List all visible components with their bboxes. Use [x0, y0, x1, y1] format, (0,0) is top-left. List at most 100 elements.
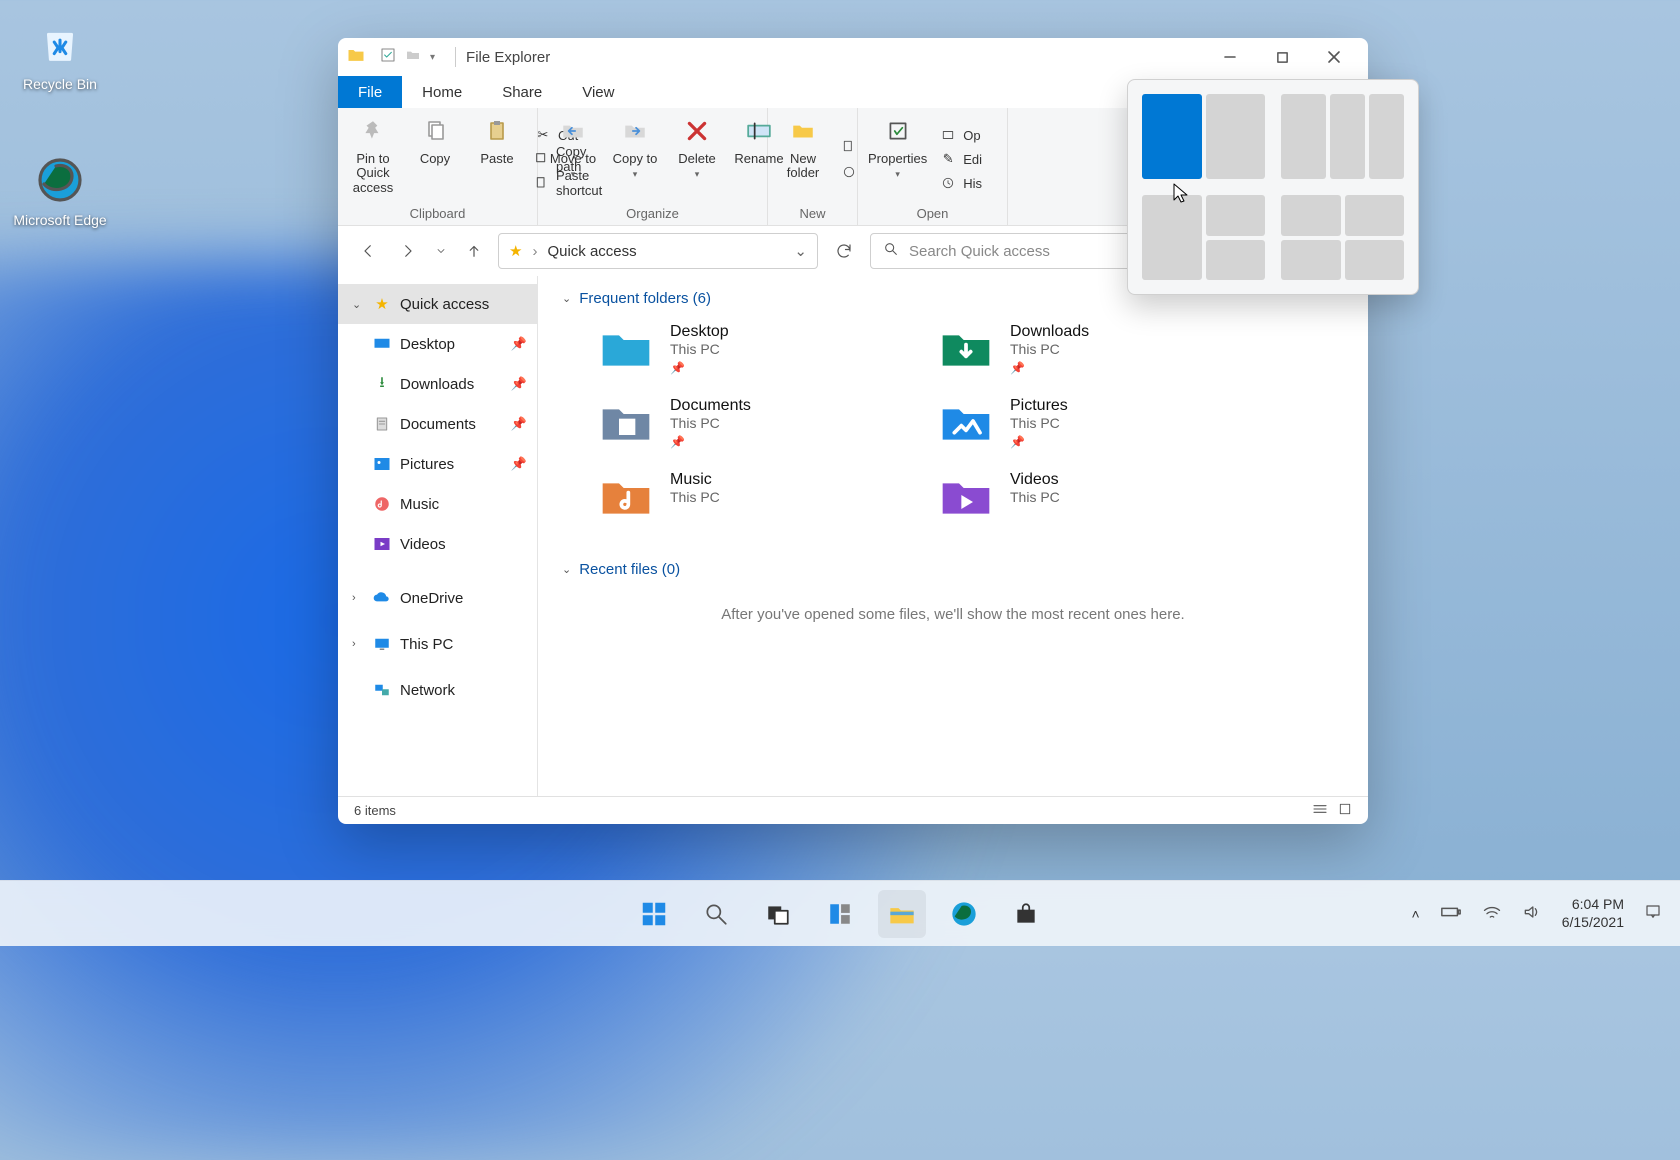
- open-button[interactable]: Op: [939, 124, 982, 146]
- copy-button[interactable]: Copy: [410, 114, 460, 204]
- qat-folder-icon[interactable]: [404, 47, 422, 67]
- folder-icon: [598, 397, 654, 453]
- chevron-right-icon: ›: [352, 638, 364, 650]
- snap-layout-quad[interactable]: [1281, 195, 1404, 280]
- section-recent[interactable]: ⌄Recent files (0): [562, 561, 1344, 578]
- pc-icon: [372, 634, 392, 654]
- view-large-icons-button[interactable]: [1338, 802, 1352, 819]
- paste-icon: [480, 114, 514, 148]
- tab-view[interactable]: View: [562, 76, 634, 108]
- navpane-desktop[interactable]: Desktop📌: [338, 324, 537, 364]
- properties-icon: [881, 114, 915, 148]
- close-button[interactable]: [1308, 38, 1360, 76]
- navpane-onedrive[interactable]: ›OneDrive: [338, 578, 537, 618]
- taskbar-store[interactable]: [1002, 890, 1050, 938]
- document-icon: [372, 414, 392, 434]
- maximize-button[interactable]: [1256, 38, 1308, 76]
- view-details-button[interactable]: [1312, 802, 1328, 819]
- address-bar[interactable]: ★ › Quick access ⌄: [498, 233, 818, 269]
- chevron-down-icon: ⌄: [562, 563, 571, 576]
- snap-layouts-flyout: [1127, 79, 1419, 295]
- pin-to-quick-access-button[interactable]: Pin to Quick access: [348, 114, 398, 204]
- battery-icon[interactable]: [1440, 905, 1462, 922]
- easy-access-button[interactable]: [840, 161, 858, 183]
- taskbar-file-explorer[interactable]: [878, 890, 926, 938]
- refresh-button[interactable]: [826, 233, 862, 269]
- move-to-icon: [556, 114, 590, 148]
- move-to-button[interactable]: Move to▾: [548, 114, 598, 204]
- snap-layout-50-50[interactable]: [1142, 94, 1265, 179]
- status-item-count: 6 items: [354, 803, 396, 818]
- tab-home[interactable]: Home: [402, 76, 482, 108]
- navpane-downloads[interactable]: ⭳Downloads📌: [338, 364, 537, 404]
- taskbar-edge[interactable]: [940, 890, 988, 938]
- folder-music[interactable]: MusicThis PC: [598, 471, 898, 527]
- network-icon: [372, 680, 392, 700]
- navpane-this-pc[interactable]: ›This PC: [338, 624, 537, 664]
- pin-icon: 📌: [511, 416, 527, 432]
- folder-desktop[interactable]: DesktopThis PC📌: [598, 323, 898, 379]
- snap-layout-left-stack[interactable]: [1142, 195, 1265, 280]
- navpane-videos[interactable]: Videos: [338, 524, 537, 564]
- title-bar[interactable]: ▾ File Explorer: [338, 38, 1368, 76]
- tab-file[interactable]: File: [338, 76, 402, 108]
- taskbar-search-button[interactable]: [692, 890, 740, 938]
- recent-locations-button[interactable]: [432, 235, 450, 267]
- forward-button[interactable]: [392, 235, 424, 267]
- volume-icon[interactable]: [1522, 903, 1542, 924]
- snap-layout-three-col[interactable]: [1281, 94, 1404, 179]
- search-icon: [883, 241, 899, 261]
- edit-button[interactable]: ✎Edi: [939, 148, 982, 170]
- desktop-icon-label: Microsoft Edge: [12, 212, 108, 228]
- history-button[interactable]: His: [939, 172, 982, 194]
- paste-button[interactable]: Paste: [472, 114, 522, 204]
- qat-checkbox-icon[interactable]: [380, 47, 396, 67]
- new-item-button[interactable]: [840, 135, 858, 157]
- navpane-music[interactable]: Music: [338, 484, 537, 524]
- up-button[interactable]: [458, 235, 490, 267]
- task-view-button[interactable]: [754, 890, 802, 938]
- cloud-icon: [372, 588, 392, 608]
- navpane-network[interactable]: Network: [338, 670, 537, 710]
- start-button[interactable]: [630, 890, 678, 938]
- breadcrumb-sep: ›: [532, 243, 537, 260]
- navpane-pictures[interactable]: Pictures📌: [338, 444, 537, 484]
- folder-icon: [938, 397, 994, 453]
- new-folder-button[interactable]: New folder: [778, 114, 828, 204]
- navpane-quick-access[interactable]: ⌄★Quick access: [338, 284, 537, 324]
- tab-share[interactable]: Share: [482, 76, 562, 108]
- desktop-icon-label: Recycle Bin: [12, 76, 108, 92]
- folder-icon: [938, 471, 994, 527]
- notifications-button[interactable]: [1644, 903, 1662, 924]
- qat-dd-icon[interactable]: ▾: [430, 52, 435, 63]
- chevron-down-icon: ⌄: [352, 298, 364, 311]
- back-button[interactable]: [352, 235, 384, 267]
- desktop-icon-edge[interactable]: Microsoft Edge: [12, 152, 108, 228]
- folder-pictures[interactable]: PicturesThis PC📌: [938, 397, 1238, 453]
- delete-button[interactable]: Delete▾: [672, 114, 722, 204]
- new-item-icon: [840, 137, 858, 155]
- chevron-down-icon[interactable]: ⌄: [794, 242, 807, 260]
- breadcrumb-location: Quick access: [547, 243, 636, 260]
- folder-icon: [938, 323, 994, 379]
- tray-overflow-button[interactable]: ˄: [1412, 906, 1420, 922]
- delete-icon: [680, 114, 714, 148]
- recycle-bin-icon: [32, 16, 88, 72]
- minimize-button[interactable]: [1204, 38, 1256, 76]
- history-icon: [939, 174, 957, 192]
- copy-to-button[interactable]: Copy to▾: [610, 114, 660, 204]
- folder-documents[interactable]: DocumentsThis PC📌: [598, 397, 898, 453]
- desktop-icon-recycle-bin[interactable]: Recycle Bin: [12, 16, 108, 92]
- system-tray: ˄ 6:04 PM 6/15/2021: [1412, 896, 1680, 931]
- easy-access-icon: [840, 163, 858, 181]
- recent-empty-hint: After you've opened some files, we'll sh…: [562, 606, 1344, 623]
- widgets-button[interactable]: [816, 890, 864, 938]
- chevron-down-icon: ⌄: [562, 292, 571, 305]
- wifi-icon[interactable]: [1482, 904, 1502, 923]
- folder-downloads[interactable]: DownloadsThis PC📌: [938, 323, 1238, 379]
- clock-date[interactable]: 6:04 PM 6/15/2021: [1562, 896, 1624, 931]
- folder-videos[interactable]: VideosThis PC: [938, 471, 1238, 527]
- properties-button[interactable]: Properties▾: [868, 114, 927, 204]
- navpane-documents[interactable]: Documents📌: [338, 404, 537, 444]
- status-bar: 6 items: [338, 796, 1368, 824]
